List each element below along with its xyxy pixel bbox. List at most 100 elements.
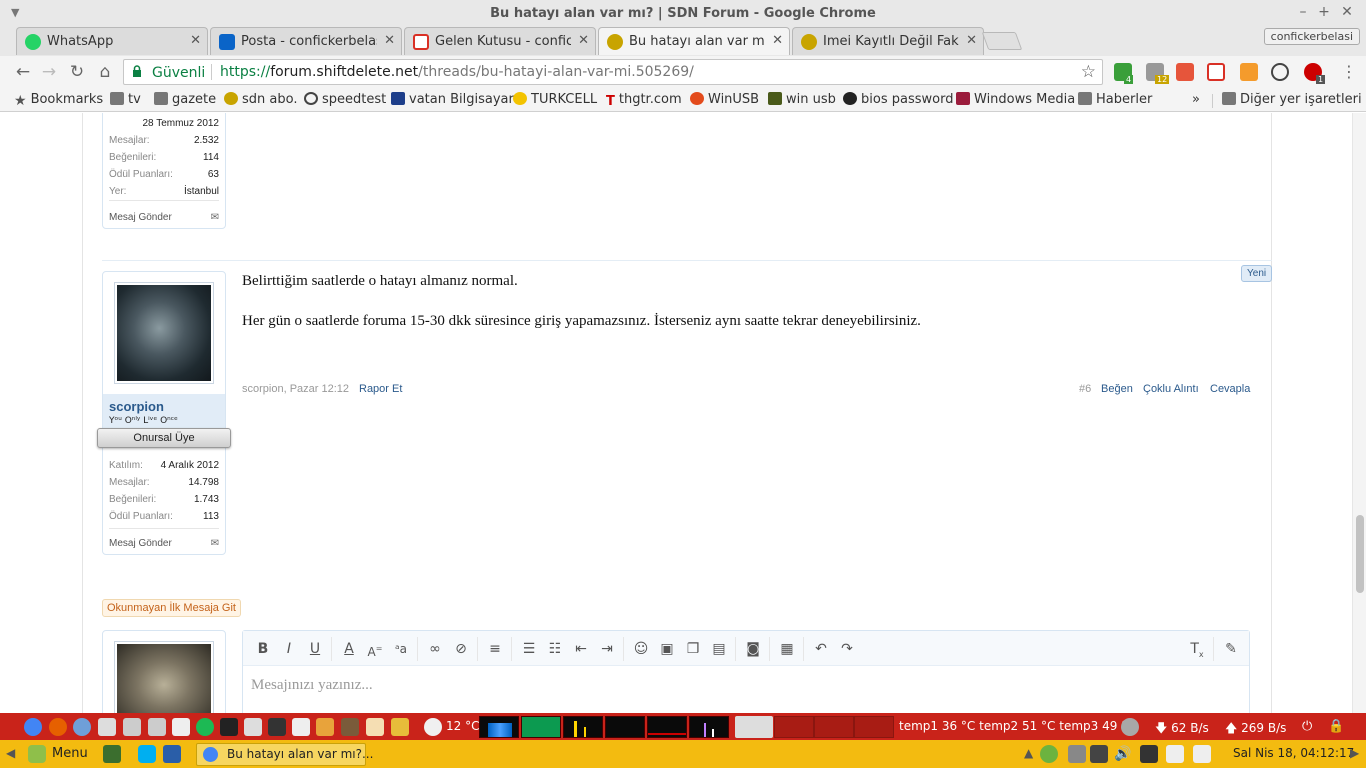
close-tab-icon[interactable]: ✕ bbox=[384, 33, 395, 48]
close-tab-icon[interactable]: ✕ bbox=[578, 33, 589, 48]
extension-plus-icon[interactable] bbox=[1176, 63, 1194, 81]
italic-icon[interactable]: I bbox=[279, 640, 299, 658]
bookmark-sdn[interactable]: sdn abo. bbox=[224, 92, 297, 107]
username[interactable]: scorpion bbox=[109, 399, 164, 414]
chrome-launcher-icon[interactable] bbox=[24, 718, 42, 736]
first-unread-button[interactable]: Okunmayan İlk Mesaja Git bbox=[102, 599, 241, 617]
profile-button[interactable]: confickerbelasi bbox=[1263, 28, 1360, 45]
bookmark-turkcell[interactable]: TURKCELL bbox=[513, 92, 597, 107]
like-link[interactable]: Beğen bbox=[1101, 383, 1133, 395]
image-icon[interactable]: ▣ bbox=[657, 640, 677, 658]
close-tab-icon[interactable]: ✕ bbox=[772, 33, 783, 48]
numbered-list-icon[interactable]: ☷ bbox=[545, 640, 565, 658]
align-icon[interactable]: ≡ bbox=[485, 640, 505, 658]
undo-icon[interactable]: ↶ bbox=[811, 640, 831, 658]
tab-gmail[interactable]: Gelen Kutusu - conficke ✕ bbox=[404, 27, 596, 55]
taskbar-window-button[interactable]: Bu hatayı alan var mı?... bbox=[196, 743, 373, 766]
network-status-icon[interactable] bbox=[1121, 718, 1139, 736]
display-icon[interactable] bbox=[1090, 745, 1108, 763]
prev-send-message[interactable]: Mesaj Gönder ✉ bbox=[109, 212, 219, 226]
link-icon[interactable]: ∞ bbox=[425, 640, 445, 658]
message-input[interactable]: Mesajınızı yazınız... bbox=[251, 677, 373, 694]
bookmark-gazete[interactable]: gazete bbox=[154, 92, 216, 107]
bullet-list-icon[interactable]: ☰ bbox=[519, 640, 539, 658]
bookmarks-menu[interactable]: ★ Bookmarks bbox=[14, 92, 103, 109]
smiley-icon[interactable]: ☺ bbox=[631, 640, 651, 658]
lock-screen-icon[interactable]: 🔒 bbox=[1328, 719, 1344, 734]
scrollbar-thumb[interactable] bbox=[1356, 515, 1364, 593]
app-launcher-icon[interactable] bbox=[163, 745, 181, 763]
save-draft-icon[interactable]: ▦ bbox=[777, 640, 797, 658]
media-player-icon[interactable] bbox=[268, 718, 286, 736]
panel-left-arrow-icon[interactable]: ◀ bbox=[6, 746, 15, 760]
bookmark-windows-media[interactable]: Windows Media bbox=[956, 92, 1075, 107]
panel-up-arrow-icon[interactable]: ▲ bbox=[1024, 746, 1033, 760]
forward-icon[interactable]: → bbox=[38, 61, 60, 83]
bookmarks-overflow[interactable]: » bbox=[1192, 92, 1200, 107]
files-launcher-icon[interactable] bbox=[98, 718, 116, 736]
unlink-icon[interactable]: ⊘ bbox=[451, 640, 471, 658]
close-window-button[interactable]: ✕ bbox=[1338, 4, 1356, 20]
reply-link[interactable]: Cevapla bbox=[1210, 383, 1250, 395]
chrome-menu-icon[interactable]: ⋮ bbox=[1338, 61, 1360, 83]
battery-icon[interactable] bbox=[1140, 745, 1158, 763]
weather-icon[interactable] bbox=[424, 718, 442, 736]
spotify-icon[interactable] bbox=[196, 718, 214, 736]
post-number[interactable]: #6 bbox=[1079, 383, 1091, 395]
video-editor-icon[interactable] bbox=[292, 718, 310, 736]
text-color-icon[interactable]: A bbox=[339, 640, 359, 658]
terminal-icon[interactable] bbox=[220, 718, 238, 736]
reload-icon[interactable]: ↻ bbox=[66, 61, 88, 83]
font-size-icon[interactable]: A= bbox=[365, 640, 385, 659]
system-monitor-icon[interactable] bbox=[244, 718, 262, 736]
outdent-icon[interactable]: ⇤ bbox=[571, 640, 591, 658]
speedometer-icon[interactable] bbox=[1271, 63, 1289, 81]
tab-outlook[interactable]: Posta - confickerbelasi@ ✕ bbox=[210, 27, 402, 55]
underline-icon[interactable]: U bbox=[305, 640, 325, 658]
show-desktop-icon[interactable] bbox=[103, 745, 121, 763]
back-icon[interactable]: ← bbox=[12, 61, 34, 83]
bookmark-vatan[interactable]: vatan Bilgisayar bbox=[391, 92, 514, 107]
mixer-icon[interactable] bbox=[391, 718, 409, 736]
other-bookmarks[interactable]: Diğer yer işaretleri bbox=[1222, 92, 1362, 107]
mint-menu-icon[interactable] bbox=[28, 745, 46, 763]
bookmark-speedtest[interactable]: speedtest bbox=[304, 92, 386, 107]
gimp-icon[interactable] bbox=[341, 718, 359, 736]
close-tab-icon[interactable]: ✕ bbox=[966, 33, 977, 48]
power-icon[interactable]: ⏻ bbox=[1302, 719, 1312, 734]
redo-icon[interactable]: ↷ bbox=[837, 640, 857, 658]
minimize-button[interactable]: – bbox=[1294, 4, 1312, 20]
bookmark-tv[interactable]: tv bbox=[110, 92, 141, 107]
toggle-bbcode-icon[interactable]: ✎ bbox=[1221, 640, 1241, 658]
notes-icon[interactable] bbox=[366, 718, 384, 736]
usb-launcher-icon[interactable] bbox=[123, 718, 141, 736]
chromium-launcher-icon[interactable] bbox=[73, 718, 91, 736]
tab-whatsapp[interactable]: WhatsApp ✕ bbox=[16, 27, 208, 55]
calculator-icon[interactable] bbox=[172, 718, 190, 736]
bookmark-thgtr[interactable]: Tthgtr.com bbox=[606, 92, 682, 109]
skype-icon[interactable] bbox=[138, 745, 156, 763]
post-author-time[interactable]: scorpion, Pazar 12:12 bbox=[242, 383, 349, 395]
chrome-taskbar-thumb[interactable] bbox=[735, 716, 773, 738]
extension-orange-icon[interactable] bbox=[1240, 63, 1258, 81]
insert-icon[interactable]: ▤ bbox=[709, 640, 729, 658]
menu-button[interactable]: Menu bbox=[52, 746, 88, 761]
close-tab-icon[interactable]: ✕ bbox=[190, 33, 201, 48]
image-viewer-icon[interactable] bbox=[316, 718, 334, 736]
media-icon[interactable]: ❐ bbox=[683, 640, 703, 658]
font-family-icon[interactable]: ᵃa bbox=[391, 640, 411, 658]
notes-tray-icon[interactable] bbox=[1166, 745, 1184, 763]
bookmark-bios-password[interactable]: bios password bbox=[843, 92, 953, 107]
send-message-link[interactable]: Mesaj Gönder ✉ bbox=[109, 538, 219, 552]
firefox-launcher-icon[interactable] bbox=[49, 718, 67, 736]
usb-launcher-icon-2[interactable] bbox=[148, 718, 166, 736]
report-link[interactable]: Rapor Et bbox=[359, 383, 402, 395]
maximize-button[interactable]: + bbox=[1315, 4, 1333, 20]
multi-quote-link[interactable]: Çoklu Alıntı bbox=[1143, 383, 1199, 395]
new-tab-button[interactable] bbox=[981, 32, 1023, 50]
bookmark-win-usb[interactable]: win usb bbox=[768, 92, 836, 107]
remove-format-icon[interactable]: Tx bbox=[1187, 640, 1207, 659]
tab-imei[interactable]: İmei Kayıtlı Değil Fakat ✕ bbox=[792, 27, 984, 55]
bold-icon[interactable]: B bbox=[253, 640, 273, 658]
avatar[interactable] bbox=[114, 282, 214, 384]
